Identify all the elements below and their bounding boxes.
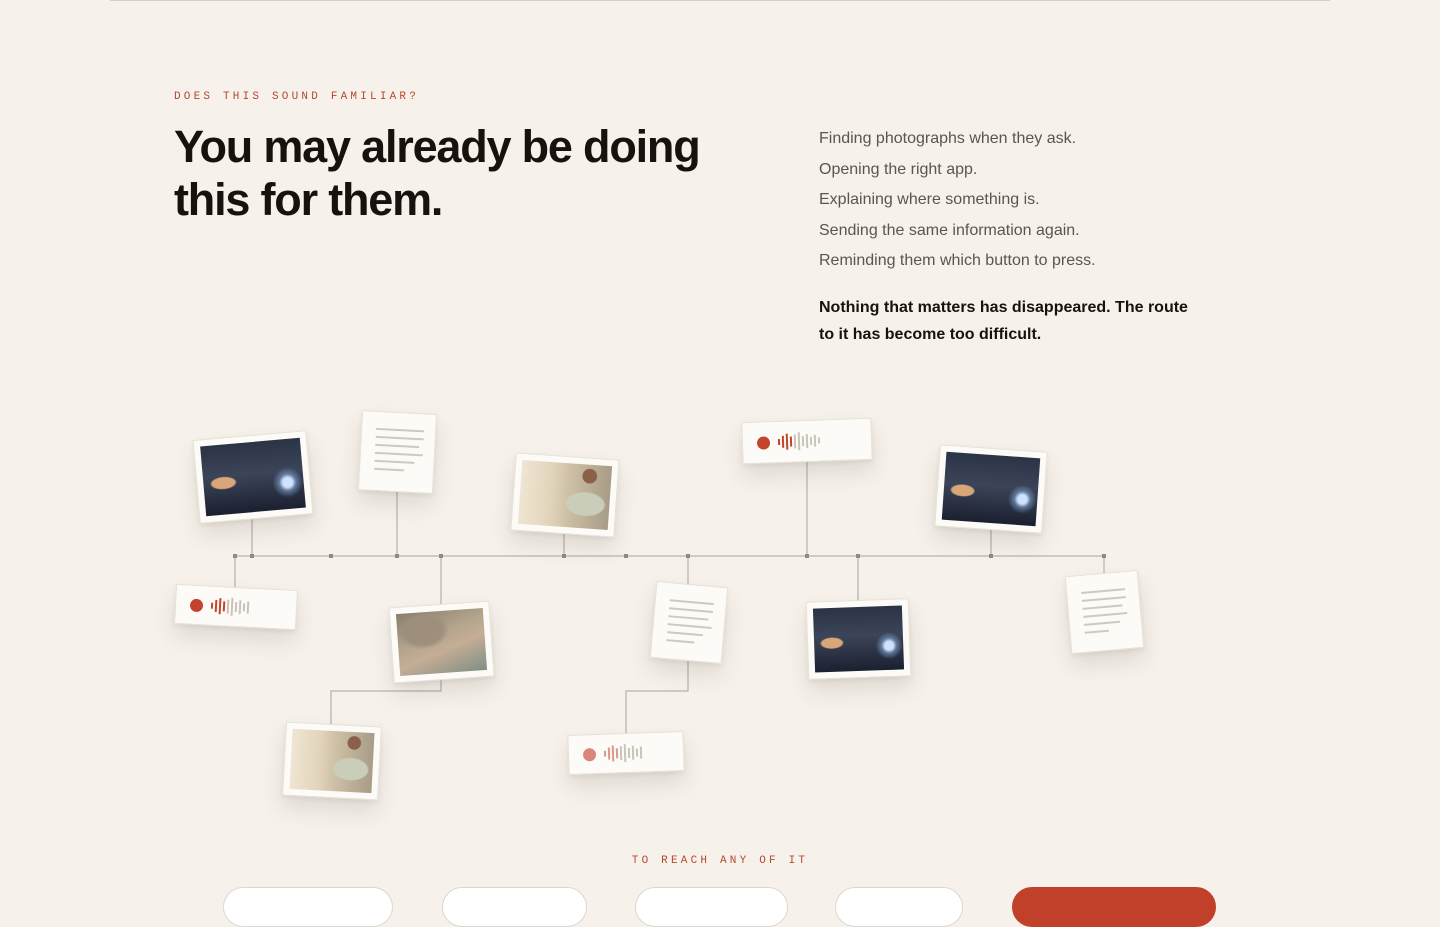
record-dot-icon <box>189 598 204 612</box>
photo-card[interactable] <box>192 430 314 524</box>
document-icon <box>1081 588 1128 634</box>
photo-card[interactable] <box>388 600 495 684</box>
waveform-icon <box>603 743 643 763</box>
top-divider <box>110 0 1330 1</box>
photo-card[interactable] <box>510 452 620 538</box>
option-pill[interactable] <box>835 887 963 927</box>
document-icon <box>374 427 425 472</box>
option-pill[interactable] <box>223 887 393 927</box>
document-icon <box>666 599 714 645</box>
list-item: Finding photographs when they ask. <box>819 130 1077 147</box>
document-card[interactable] <box>1064 569 1145 655</box>
document-card[interactable] <box>649 581 729 664</box>
option-pill[interactable] <box>635 887 788 927</box>
record-dot-icon <box>756 435 771 450</box>
photo-icon <box>812 605 905 673</box>
familiar-tasks-list: Finding photographs when they ask. Openi… <box>819 124 1239 277</box>
voice-note-card[interactable] <box>567 730 685 776</box>
memory-timeline <box>0 390 1440 830</box>
photo-card[interactable] <box>805 598 912 680</box>
voice-note-card[interactable] <box>174 583 298 631</box>
photo-icon <box>395 608 488 676</box>
record-dot-icon <box>582 747 597 761</box>
section-eyebrow: DOES THIS SOUND FAMILIAR? <box>174 91 420 103</box>
primary-pill[interactable] <box>1012 887 1216 927</box>
list-item: Explaining where something is. <box>819 191 1040 208</box>
section-headline: You may already be doing this for them. <box>174 121 701 225</box>
photo-icon <box>941 451 1041 527</box>
photo-icon <box>200 437 306 517</box>
voice-note-card[interactable] <box>741 417 873 465</box>
document-card[interactable] <box>357 410 438 494</box>
list-item: Opening the right app. <box>819 160 978 178</box>
photo-icon <box>289 728 375 794</box>
closing-statement: Nothing that matters has disappeared. Th… <box>819 299 1188 343</box>
photo-card[interactable] <box>282 721 382 801</box>
list-item: Reminding them which button to press. <box>819 252 1096 269</box>
waveform-icon <box>777 432 821 451</box>
photo-icon <box>517 459 613 531</box>
photo-card[interactable] <box>934 444 1048 534</box>
reach-eyebrow: TO REACH ANY OF IT <box>631 855 809 867</box>
waveform-icon <box>210 597 250 617</box>
list-item: Sending the same information again. <box>819 221 1080 239</box>
option-pill[interactable] <box>442 887 587 927</box>
